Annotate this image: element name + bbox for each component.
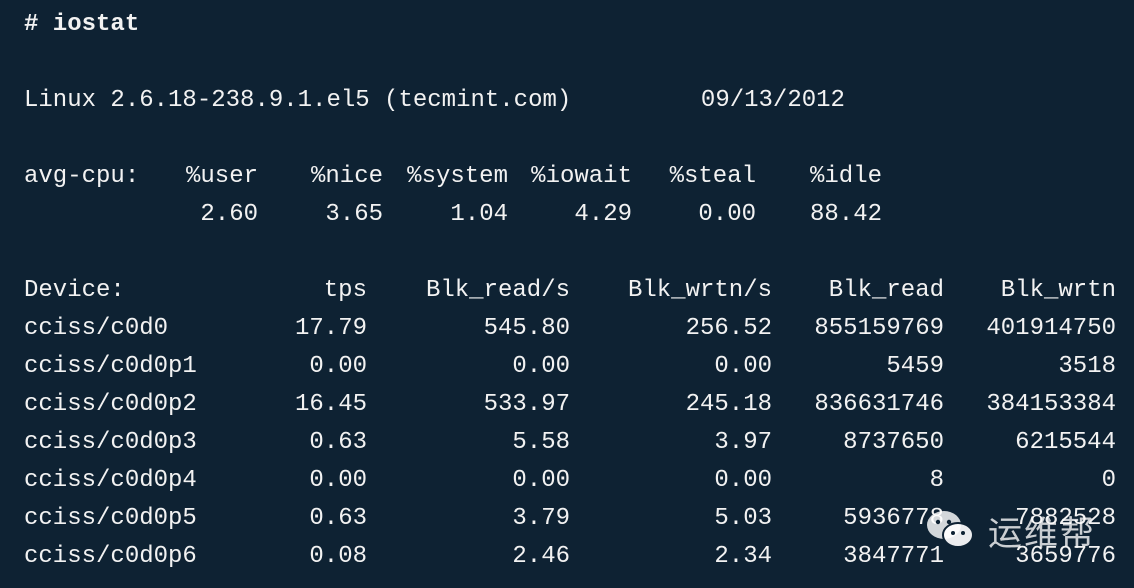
device-blk-wrtn: 401914750 (986, 315, 1116, 342)
command-line: # iostat (24, 11, 140, 38)
device-blk-read-s: 3.79 (512, 505, 570, 532)
device-blk-wrtn: 0 (1101, 467, 1116, 494)
device-blk-wrtn-s: 245.18 (685, 391, 772, 418)
device-blk-read-s: 545.80 (483, 315, 570, 342)
device-tps: 0.00 (309, 353, 367, 380)
device-tps: 16.45 (294, 391, 367, 418)
device-blk-wrtn: 3518 (1058, 353, 1116, 380)
device-name: cciss/c0d0p1 (24, 353, 197, 380)
device-header-device: Device: (24, 277, 125, 304)
device-blk-read-s: 5.58 (512, 429, 570, 456)
device-name: cciss/c0d0p5 (24, 505, 197, 532)
device-blk-read: 5936778 (843, 505, 944, 532)
device-blk-wrtn: 7882528 (1015, 505, 1116, 532)
device-name: cciss/c0d0p3 (24, 429, 197, 456)
cpu-header-idle: %idle (809, 163, 882, 190)
cpu-header-steal: %steal (669, 163, 756, 190)
device-blk-read: 8 (929, 467, 944, 494)
device-name: cciss/c0d0 (24, 315, 169, 342)
cpu-value-idle: 88.42 (809, 201, 882, 228)
device-blk-wrtn-s: 5.03 (714, 505, 772, 532)
cpu-header-system: %system (407, 163, 508, 190)
cpu-value-nice: 3.65 (325, 201, 383, 228)
device-blk-read-s: 0.00 (512, 353, 570, 380)
device-header-blk-read: Blk_read (828, 277, 944, 304)
device-blk-wrtn-s: 0.00 (714, 353, 772, 380)
cpu-header-iowait: %iowait (531, 163, 632, 190)
device-blk-wrtn-s: 3.97 (714, 429, 772, 456)
device-blk-wrtn-s: 0.00 (714, 467, 772, 494)
device-blk-wrtn-s: 256.52 (685, 315, 772, 342)
device-tps: 0.00 (309, 467, 367, 494)
device-blk-read: 855159769 (814, 315, 944, 342)
device-tps: 17.79 (294, 315, 367, 342)
device-name: cciss/c0d0p2 (24, 391, 197, 418)
device-blk-read: 3847771 (843, 543, 944, 570)
device-blk-wrtn-s: 2.34 (714, 543, 772, 570)
device-header-tps: tps (323, 277, 367, 304)
device-tps: 0.63 (309, 429, 367, 456)
cpu-value-system: 1.04 (450, 201, 508, 228)
device-blk-read-s: 533.97 (483, 391, 570, 418)
device-blk-read: 8737650 (843, 429, 944, 456)
cpu-header-nice: %nice (310, 163, 383, 190)
device-name: cciss/c0d0p4 (24, 467, 197, 494)
device-tps: 0.63 (309, 505, 367, 532)
device-name: cciss/c0d0p6 (24, 543, 197, 570)
device-blk-read: 836631746 (814, 391, 944, 418)
cpu-value-steal: 0.00 (698, 201, 756, 228)
cpu-value-user: 2.60 (200, 201, 258, 228)
device-blk-wrtn: 3659776 (1015, 543, 1116, 570)
cpu-value-iowait: 4.29 (574, 201, 632, 228)
device-blk-read: 5459 (886, 353, 944, 380)
device-blk-wrtn: 384153384 (986, 391, 1116, 418)
device-blk-wrtn: 6215544 (1015, 429, 1116, 456)
system-info-line: Linux 2.6.18-238.9.1.el5 (tecmint.com) 0… (24, 87, 845, 114)
cpu-header-user: %user (185, 163, 258, 190)
cpu-label: avg-cpu: (24, 163, 140, 190)
device-header-blk-wrtn-s: Blk_wrtn/s (627, 277, 772, 304)
terminal-window[interactable]: # iostat Linux 2.6.18-238.9.1.el5 (tecmi… (0, 0, 1134, 588)
device-blk-read-s: 0.00 (512, 467, 570, 494)
device-tps: 0.08 (309, 543, 367, 570)
device-header-blk-read-s: Blk_read/s (425, 277, 570, 304)
device-blk-read-s: 2.46 (512, 543, 570, 570)
device-header-blk-wrtn: Blk_wrtn (1000, 277, 1116, 304)
